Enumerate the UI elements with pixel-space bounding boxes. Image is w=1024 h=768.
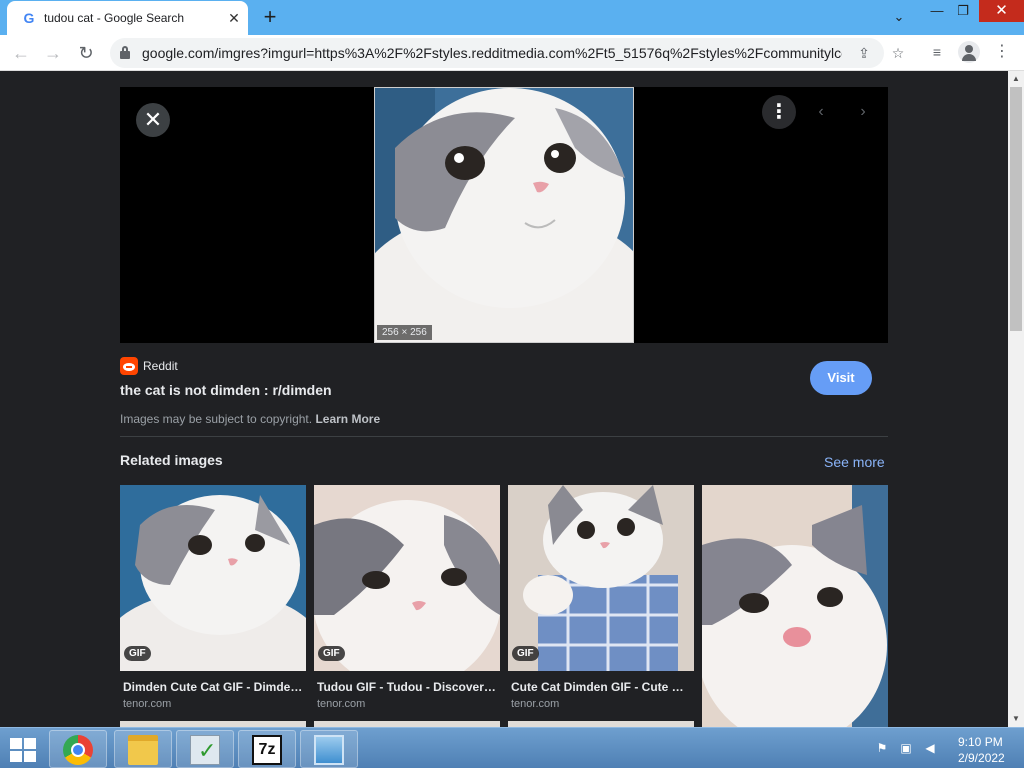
browser-titlebar: G tudou cat - Google Search ✕ + ⌄ — ❐ ✕ [0,0,1024,35]
image-dimensions-badge: 256 × 256 [377,325,432,340]
cat-thumbnail-illustration [314,485,500,671]
browser-toolbar: ← → ↻ google.com/imgres?imgurl=https%3A%… [0,35,1024,71]
related-images-heading: Related images [120,452,223,468]
back-icon[interactable]: ← [8,40,34,66]
clock-time[interactable]: 9:10 PM [958,735,1003,749]
see-more-link[interactable]: See more [824,454,885,470]
minimize-button[interactable]: — [926,0,948,22]
previous-chevron-icon[interactable]: ‹ [806,97,836,127]
more-options-icon[interactable]: ⋮ [762,95,796,129]
related-thumbnail[interactable]: GIF [508,485,694,671]
next-chevron-icon[interactable]: › [848,97,878,127]
scroll-down-arrow-icon[interactable]: ▼ [1008,711,1024,727]
tab-tudou-cat[interactable]: G tudou cat - Google Search ✕ [7,1,248,35]
divider [120,436,888,437]
media-control-icon[interactable]: ≡ [927,42,947,62]
tab-search-chevron-icon[interactable]: ⌄ [885,6,913,28]
related-thumbnail[interactable]: GIF [120,485,306,671]
address-bar[interactable]: google.com/imgres?imgurl=https%3A%2F%2Fs… [110,38,904,68]
taskbar-photo-viewer[interactable] [300,730,358,768]
photo-viewer-icon [314,735,344,765]
share-icon[interactable]: ⇪ [854,43,874,63]
scroll-thumb[interactable] [1010,87,1022,331]
clock-date[interactable]: 2/9/2022 [958,751,1005,765]
related-site: tenor.com [511,698,560,710]
star-icon[interactable]: ☆ [888,43,908,63]
cat-thumbnail-illustration [702,485,888,727]
image-viewer: ✕ 256 × 256 ⋮ ‹ › [120,87,888,343]
taskbar-chrome[interactable] [49,730,107,768]
tab-close-icon[interactable]: ✕ [225,9,243,27]
tab-title: tudou cat - Google Search [44,11,185,25]
start-button[interactable] [8,736,38,762]
google-favicon-icon: G [23,10,35,26]
taskbar-checklist-app[interactable] [176,730,234,768]
cat-photo-illustration [375,88,633,342]
folder-icon [128,735,158,765]
copyright-text: Images may be subject to copyright. [120,412,313,426]
forward-icon[interactable]: → [40,40,66,66]
copyright-notice: Images may be subject to copyright. Lear… [120,412,380,426]
windows-logo-icon [10,738,22,749]
gif-badge: GIF [124,646,151,661]
visit-button[interactable]: Visit [810,361,872,395]
related-thumbnail[interactable]: GIF [314,485,500,671]
close-viewer-button[interactable]: ✕ [136,103,170,137]
source-name[interactable]: Reddit [143,359,178,373]
chrome-icon [63,735,93,765]
profile-icon[interactable] [958,41,980,63]
related-thumbnail[interactable] [702,485,888,727]
close-window-button[interactable]: ✕ [979,0,1024,22]
reddit-icon [120,357,138,375]
network-icon[interactable]: ▣ [898,740,914,756]
taskbar-7zip[interactable]: 7z [238,730,296,768]
gif-badge: GIF [318,646,345,661]
volume-muted-icon[interactable]: ◀ [922,740,938,756]
page-content: ✕ 256 × 256 ⋮ ‹ › Reddit the cat is not … [0,71,1008,727]
related-caption[interactable]: Cute Cat Dimden GIF - Cute Ca... [511,680,691,694]
taskbar-file-explorer[interactable] [114,730,172,768]
windows-taskbar: 7z ⚑ ▣ ◀ 9:10 PM 2/9/2022 [0,727,1024,768]
action-center-flag-icon[interactable]: ⚑ [874,740,890,756]
menu-icon[interactable]: ⋮ [992,41,1012,63]
related-caption[interactable]: Tudou GIF - Tudou - Discover &... [317,680,497,694]
related-site: tenor.com [123,698,172,710]
result-title[interactable]: the cat is not dimden : r/dimden [120,382,332,398]
gif-badge: GIF [512,646,539,661]
learn-more-link[interactable]: Learn More [315,412,380,426]
lock-icon[interactable] [120,46,130,59]
checklist-icon [190,735,220,765]
new-tab-button[interactable]: + [258,5,282,29]
cat-thumbnail-illustration [120,485,306,671]
main-image[interactable]: 256 × 256 [374,87,634,343]
related-caption[interactable]: Dimden Cute Cat GIF - Dimden... [123,680,303,694]
cat-thumbnail-illustration [508,485,694,671]
page-scrollbar[interactable]: ▲ ▼ [1008,71,1024,727]
restore-button[interactable]: ❐ [952,0,974,22]
url-text[interactable]: google.com/imgres?imgurl=https%3A%2F%2Fs… [142,45,842,61]
7zip-icon: 7z [252,735,282,765]
related-site: tenor.com [317,698,366,710]
scroll-up-arrow-icon[interactable]: ▲ [1008,71,1024,87]
reload-icon[interactable]: ↻ [73,40,99,66]
